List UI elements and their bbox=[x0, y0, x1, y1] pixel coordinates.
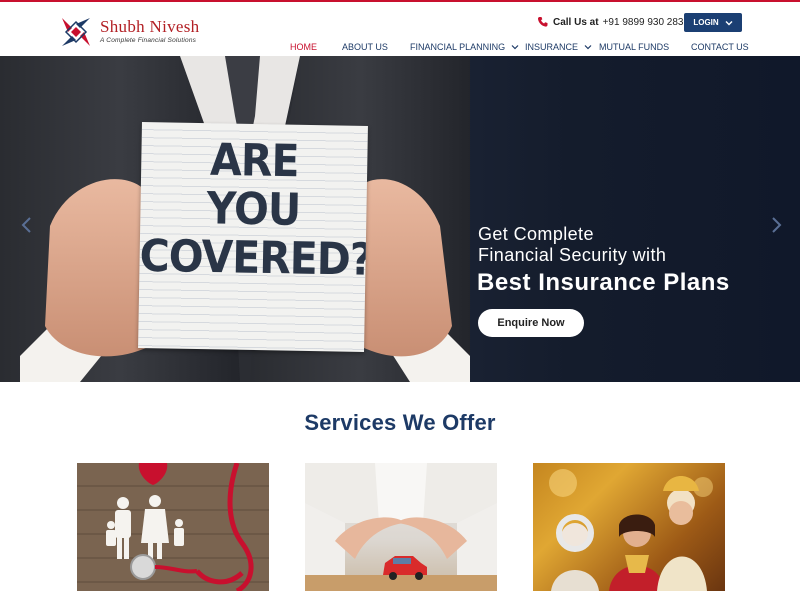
nav-item-label: MUTUAL FUNDS bbox=[599, 42, 670, 52]
nav-item-mutual-funds[interactable]: MUTUAL FUNDS bbox=[599, 42, 669, 52]
phone-label: Call Us at bbox=[553, 16, 599, 28]
phone-number: +91 9899 930 283 bbox=[602, 16, 684, 28]
car-protection-image bbox=[305, 463, 497, 591]
chevron-down-icon bbox=[725, 20, 733, 25]
nav-item-label: INSURANCE bbox=[525, 42, 579, 52]
phone-contact[interactable]: Call Us at +91 9899 930 283 bbox=[537, 15, 684, 29]
sign-line-3: COVERED? bbox=[139, 229, 368, 286]
hero-background bbox=[420, 56, 800, 382]
hero-title-line-2: Financial Security with bbox=[478, 245, 667, 265]
login-label: LOGIN bbox=[693, 18, 719, 27]
logo-name: Shubh Nivesh bbox=[100, 17, 200, 36]
hero-title-line-3: Best Insurance Plans bbox=[477, 269, 730, 296]
nav-item-label: ABOUT US bbox=[342, 42, 388, 52]
chevron-right-icon[interactable] bbox=[769, 216, 783, 234]
service-card[interactable] bbox=[77, 463, 269, 591]
nav-item-insurance[interactable]: INSURANCE bbox=[525, 42, 592, 52]
nav-item-about-us[interactable]: ABOUT US bbox=[342, 42, 388, 52]
nav-item-label: CONTACT US bbox=[691, 42, 749, 52]
chevron-down-icon bbox=[584, 45, 592, 50]
sign-line-1: ARE bbox=[209, 133, 299, 188]
family-stethoscope-image bbox=[106, 463, 254, 591]
login-button[interactable]: LOGIN bbox=[684, 13, 742, 32]
services-title: Services We Offer bbox=[304, 410, 496, 435]
sign-text: ARE YOU COVERED? bbox=[139, 133, 368, 286]
enquire-now-button[interactable]: Enquire Now bbox=[478, 309, 584, 337]
phone-icon bbox=[537, 17, 548, 27]
family-portrait-image bbox=[549, 469, 713, 591]
are-you-covered-sign: ARE YOU COVERED? bbox=[138, 122, 368, 352]
chevron-down-icon bbox=[511, 45, 519, 50]
sign-line-2: YOU bbox=[206, 182, 301, 236]
nav-item-label: FINANCIAL PLANNING bbox=[410, 42, 506, 52]
hero-title-line-1: Get Complete bbox=[478, 224, 594, 244]
nav-item-home[interactable]: HOME bbox=[290, 42, 317, 52]
chevron-left-icon[interactable] bbox=[20, 216, 34, 234]
nav-item-contact-us[interactable]: CONTACT US bbox=[691, 42, 749, 52]
enquire-now-label: Enquire Now bbox=[497, 317, 565, 329]
service-card[interactable] bbox=[533, 463, 725, 591]
service-card[interactable] bbox=[305, 463, 497, 591]
nav-item-financial-planning[interactable]: FINANCIAL PLANNING bbox=[410, 42, 519, 52]
main-navigation: HOME ABOUT US FINANCIAL PLANNING INSURAN… bbox=[0, 42, 800, 56]
site-header: Shubh Nivesh A Complete Financial Soluti… bbox=[0, 2, 800, 56]
hero-slider: ARE YOU COVERED? Get Complete Financial … bbox=[0, 56, 800, 382]
nav-item-label: HOME bbox=[290, 42, 317, 52]
